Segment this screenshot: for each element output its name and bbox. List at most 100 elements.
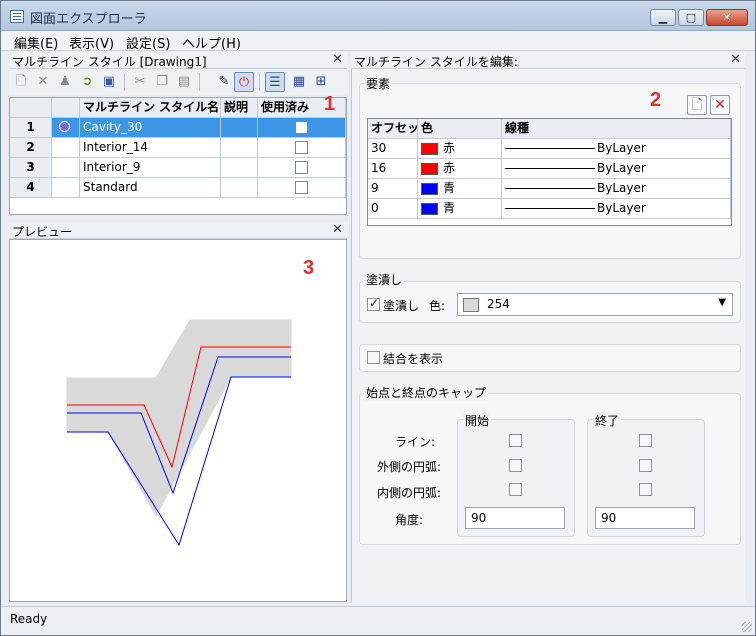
close-button[interactable]: ✕ <box>706 9 748 26</box>
start-line-checkbox[interactable] <box>509 434 522 447</box>
style-used-cell[interactable] <box>258 178 346 198</box>
row-number[interactable]: 1 <box>10 118 52 138</box>
current-style-icon <box>59 121 70 132</box>
style-desc-cell[interactable] <box>221 118 258 138</box>
maximize-button[interactable]: ▢ <box>678 9 704 26</box>
fill-checkbox-label: 塗潰し <box>383 299 420 313</box>
minimize-icon: ▁ <box>658 11 668 24</box>
color-cell[interactable]: 赤 <box>418 159 502 179</box>
style-used-cell[interactable] <box>258 158 346 178</box>
start-outer-arc-checkbox[interactable] <box>509 459 522 472</box>
import-button[interactable]: ➲ <box>77 72 97 92</box>
color-name: 青 <box>443 181 456 195</box>
edit-panel-header: マルチライン スタイルを編集: ✕ <box>351 52 745 69</box>
import-icon: ➲ <box>81 74 93 89</box>
purge-button[interactable]: ♟ <box>55 72 75 92</box>
show-joints-checkbox[interactable] <box>367 351 380 364</box>
menu-edit[interactable]: 編集(E) <box>14 33 58 52</box>
color-cell[interactable]: 青 <box>418 179 502 199</box>
end-inner-arc-checkbox[interactable] <box>639 483 652 496</box>
linetype-sample <box>505 148 595 149</box>
offset-cell[interactable]: 30 <box>368 139 418 159</box>
column-linetype-header[interactable]: 線種 <box>502 119 731 139</box>
resize-grip-icon[interactable] <box>742 622 752 632</box>
column-desc-header[interactable]: 説明 <box>221 98 258 118</box>
cap-outer-arc-label: 外側の円弧: <box>377 460 442 474</box>
toolbar-separator <box>124 73 125 91</box>
row-number[interactable]: 2 <box>10 138 52 158</box>
menu-settings[interactable]: 設定(S) <box>126 33 170 52</box>
linetype-cell[interactable]: ByLayer <box>502 199 731 219</box>
style-desc-cell[interactable] <box>221 138 258 158</box>
app-window: 図面エクスプローラ ▁ ▢ ✕ 編集(E) 表示(V) 設定(S) ヘルプ(H)… <box>0 0 756 636</box>
view-icons-button[interactable]: ▦ <box>289 72 309 92</box>
new-document-icon: 🗋 <box>15 74 27 89</box>
styles-panel-title: マルチライン スタイル [Drawing1] <box>12 55 207 69</box>
icon-header <box>52 98 80 118</box>
style-name-cell[interactable]: Cavity_30 <box>80 118 221 138</box>
end-angle-input[interactable]: 90 <box>595 507 695 529</box>
table-row[interactable] <box>52 158 80 178</box>
color-cell[interactable]: 赤 <box>418 139 502 159</box>
preview-panel-header: プレビュー ✕ <box>9 222 347 239</box>
styles-toolbar: 🗋 ✕ ♟ ➲ ▣ ✂ ❐ ▤ ✎ ⏻ ☰ ▦ ⊞ <box>9 69 347 95</box>
view-tree-button[interactable]: ⊞ <box>311 72 331 92</box>
color-cell[interactable]: 青 <box>418 199 502 219</box>
delete-style-button[interactable]: ✕ <box>33 72 53 92</box>
menu-help[interactable]: ヘルプ(H) <box>182 33 241 52</box>
set-current-button[interactable]: ⏻ <box>234 72 254 92</box>
style-name-cell[interactable]: Standard <box>80 178 221 198</box>
end-line-checkbox[interactable] <box>639 434 652 447</box>
column-offset-header[interactable]: オフセット <box>368 119 418 139</box>
offset-cell[interactable]: 16 <box>368 159 418 179</box>
view-details-button[interactable]: ☰ <box>265 72 285 92</box>
offset-cell[interactable]: 0 <box>368 199 418 219</box>
style-desc-cell[interactable] <box>221 178 258 198</box>
row-number[interactable]: 3 <box>10 158 52 178</box>
linetype-cell[interactable]: ByLayer <box>502 179 731 199</box>
elements-group-label: 要素 <box>364 75 393 92</box>
linetype-cell[interactable]: ByLayer <box>502 159 731 179</box>
start-angle-input[interactable]: 90 <box>465 507 565 529</box>
end-outer-arc-checkbox[interactable] <box>639 459 652 472</box>
style-desc-cell[interactable] <box>221 158 258 178</box>
start-inner-arc-checkbox[interactable] <box>509 483 522 496</box>
style-name-cell[interactable]: Interior_14 <box>80 138 221 158</box>
fill-color-select[interactable]: 254 ▼ <box>457 293 733 316</box>
table-row[interactable] <box>52 178 80 198</box>
edit-panel-close-icon[interactable]: ✕ <box>730 52 741 67</box>
preview-panel-close-icon[interactable]: ✕ <box>332 222 343 237</box>
offset-cell[interactable]: 9 <box>368 179 418 199</box>
used-checkbox[interactable] <box>295 161 308 174</box>
used-checkbox[interactable] <box>295 121 308 134</box>
used-checkbox[interactable] <box>295 181 308 194</box>
used-checkbox[interactable] <box>295 141 308 154</box>
add-element-button[interactable]: 🗋 <box>687 95 707 115</box>
table-row[interactable] <box>52 118 80 138</box>
linetype-name: ByLayer <box>597 141 646 155</box>
minimize-button[interactable]: ▁ <box>650 9 676 26</box>
fill-color-label: 色: <box>429 299 446 313</box>
new-element-icon: 🗋 <box>691 97 703 113</box>
copy-button[interactable]: ❐ <box>152 72 172 92</box>
delete-element-button[interactable]: ✕ <box>710 95 730 115</box>
table-row[interactable] <box>52 138 80 158</box>
styles-panel-close-icon[interactable]: ✕ <box>332 52 343 67</box>
menu-bar: 編集(E) 表示(V) 設定(S) ヘルプ(H) <box>1 31 755 52</box>
column-name-header[interactable]: マルチライン スタイル名 <box>80 98 221 118</box>
edit-button[interactable]: ✎ <box>214 72 234 92</box>
new-style-button[interactable]: 🗋 <box>11 72 31 92</box>
linetype-cell[interactable]: ByLayer <box>502 139 731 159</box>
cut-icon: ✂ <box>134 74 146 89</box>
style-name-cell[interactable]: Interior_9 <box>80 158 221 178</box>
fill-color-swatch <box>463 298 479 312</box>
style-used-cell[interactable] <box>258 118 346 138</box>
fill-checkbox[interactable] <box>367 296 380 311</box>
cut-button[interactable]: ✂ <box>130 72 150 92</box>
row-number[interactable]: 4 <box>10 178 52 198</box>
paste-button[interactable]: ▤ <box>174 72 194 92</box>
column-color-header[interactable]: 色 <box>418 119 502 139</box>
style-used-cell[interactable] <box>258 138 346 158</box>
save-button[interactable]: ▣ <box>99 72 119 92</box>
menu-view[interactable]: 表示(V) <box>69 33 114 52</box>
